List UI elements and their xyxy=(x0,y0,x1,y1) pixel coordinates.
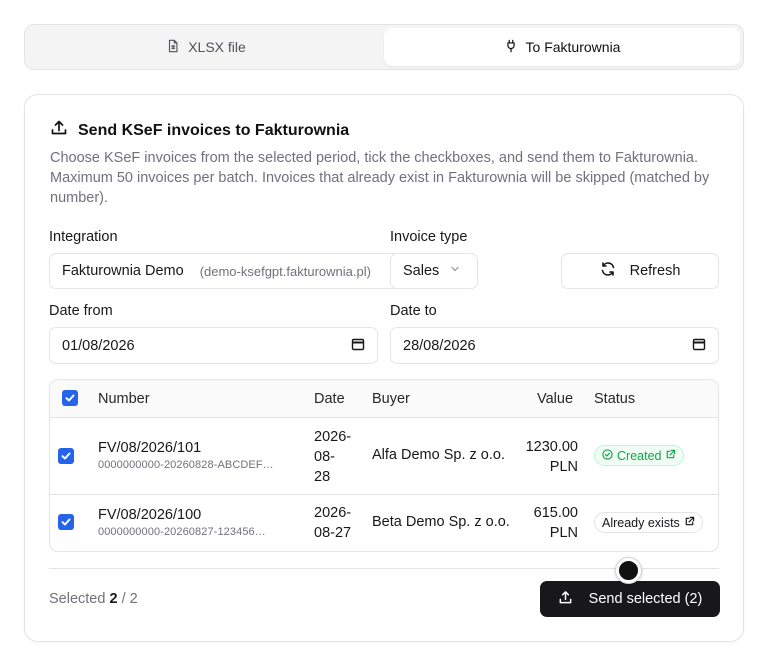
send-selected-button[interactable]: Send selected (2) xyxy=(540,581,720,617)
status-badge-exists[interactable]: Already exists xyxy=(594,512,703,533)
table-header: Number Date Buyer Value Status xyxy=(50,380,718,418)
integration-select[interactable]: Fakturownia Demo (demo-ksefgpt.fakturown… xyxy=(49,253,404,289)
invoice-type-value: Sales xyxy=(403,263,440,279)
date-to-value: 28/08/2026 xyxy=(403,337,476,354)
tab-fakturownia-label: To Fakturownia xyxy=(525,39,621,55)
external-link-icon xyxy=(684,516,695,530)
date-from-value: 01/08/2026 xyxy=(62,337,135,354)
row-checkbox[interactable] xyxy=(58,514,74,530)
select-all-checkbox[interactable] xyxy=(62,390,78,406)
ksef-number: 0000000000-20260828-ABCDEF… xyxy=(98,459,274,471)
external-link-icon xyxy=(665,449,676,463)
invoice-value: 1230.00 PLN xyxy=(525,439,578,475)
refresh-icon xyxy=(600,261,616,281)
card-title: Send KSeF invoices to Fakturownia xyxy=(50,119,349,142)
buyer-name: Beta Demo Sp. z o.o. xyxy=(372,514,510,530)
selected-count: Selected 2 / 2 xyxy=(49,591,138,607)
table-row[interactable]: FV/08/2026/101 0000000000-20260828-ABCDE… xyxy=(50,418,718,495)
invoice-number: FV/08/2026/100 xyxy=(98,507,202,523)
plug-icon xyxy=(504,39,518,56)
invoice-type-label: Invoice type xyxy=(390,229,468,245)
header-date[interactable]: Date xyxy=(314,391,345,407)
refresh-label: Refresh xyxy=(629,263,681,279)
upload-icon xyxy=(50,119,68,142)
tab-xlsx-label: XLSX file xyxy=(188,39,246,55)
integration-value: Fakturownia Demo xyxy=(62,263,184,279)
mode-tabs: XLSX file To Fakturownia xyxy=(24,24,744,70)
invoice-value: 615.00 PLN xyxy=(533,505,578,541)
chevron-down-icon xyxy=(449,263,461,279)
upload-icon xyxy=(558,590,573,609)
header-buyer[interactable]: Buyer xyxy=(372,391,410,407)
date-to-label: Date to xyxy=(390,303,437,319)
invoice-type-select[interactable]: Sales xyxy=(390,253,478,289)
tab-to-fakturownia[interactable]: To Fakturownia xyxy=(384,28,740,66)
calendar-icon[interactable] xyxy=(692,337,706,355)
card-description: Choose KSeF invoices from the selected p… xyxy=(50,150,710,206)
invoices-table: Number Date Buyer Value Status FV/08/202… xyxy=(49,379,719,552)
send-selected-label: Send selected (2) xyxy=(588,591,703,607)
card-title-text: Send KSeF invoices to Fakturownia xyxy=(78,121,350,139)
date-from-input[interactable]: 01/08/2026 xyxy=(49,327,378,364)
date-to-input[interactable]: 28/08/2026 xyxy=(390,327,719,364)
buyer-name: Alfa Demo Sp. z o.o. xyxy=(372,447,505,463)
invoice-number: FV/08/2026/101 xyxy=(98,440,202,456)
invoice-date: 2026- 08- 28 xyxy=(314,429,352,485)
check-circle-icon xyxy=(602,448,613,463)
refresh-button[interactable]: Refresh xyxy=(561,253,719,289)
integration-label: Integration xyxy=(49,229,118,245)
date-from-label: Date from xyxy=(49,303,113,319)
integration-domain: (demo-ksefgpt.fakturownia.pl) xyxy=(199,263,371,279)
header-number[interactable]: Number xyxy=(98,391,150,407)
cursor-indicator xyxy=(616,558,641,583)
table-row[interactable]: FV/08/2026/100 0000000000-20260827-12345… xyxy=(50,495,718,551)
header-status[interactable]: Status xyxy=(594,391,635,407)
invoice-date: 2026- 08-27 xyxy=(314,505,352,541)
ksef-number: 0000000000-20260827-123456… xyxy=(98,526,266,538)
file-spreadsheet-icon xyxy=(166,39,180,56)
tab-xlsx-file[interactable]: XLSX file xyxy=(28,28,384,66)
status-badge-created[interactable]: Created xyxy=(594,445,685,466)
row-checkbox[interactable] xyxy=(58,448,74,464)
calendar-icon[interactable] xyxy=(351,337,365,355)
header-value[interactable]: Value xyxy=(537,391,573,407)
